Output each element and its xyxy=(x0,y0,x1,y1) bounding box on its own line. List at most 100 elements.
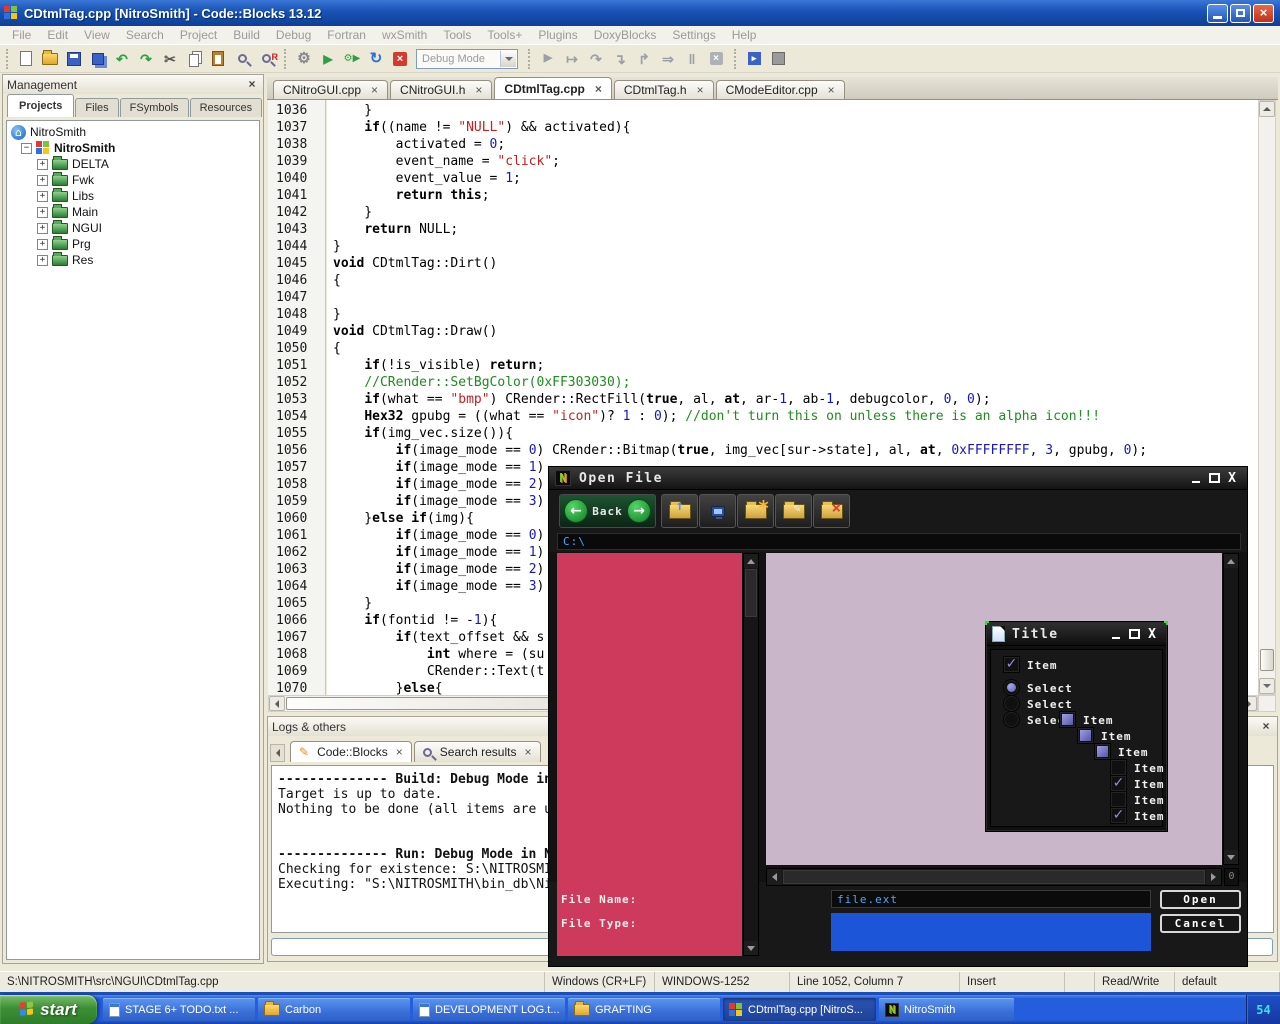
checkbox-checked[interactable] xyxy=(1110,775,1127,792)
square-checked[interactable] xyxy=(1077,727,1094,744)
menu-item-fortran[interactable]: Fortran xyxy=(319,28,374,42)
vscroll-thumb[interactable] xyxy=(1260,649,1274,671)
task-button-carbon[interactable]: Carbon xyxy=(258,998,410,1021)
run-to-cursor-icon[interactable]: ↦ xyxy=(560,47,584,71)
tab-close-icon[interactable] xyxy=(595,83,602,95)
cancel-button[interactable]: Cancel xyxy=(1160,914,1241,933)
find-icon[interactable] xyxy=(230,47,254,71)
radio-unchecked[interactable] xyxy=(1003,711,1020,728)
scroll-thumb[interactable] xyxy=(783,870,1205,884)
step-into-icon[interactable]: ↴ xyxy=(608,47,632,71)
back-button[interactable]: ← Back → xyxy=(559,494,656,528)
checkbox-unchecked[interactable] xyxy=(1110,759,1127,776)
tab-close-icon[interactable] xyxy=(828,84,835,96)
tab-resources[interactable]: Resources xyxy=(190,98,263,117)
editor-vscrollbar[interactable] xyxy=(1258,100,1276,695)
dialog-titlebar[interactable]: Open File xyxy=(549,467,1247,490)
save-icon[interactable] xyxy=(62,47,86,71)
menu-item-wxsmith[interactable]: wxSmith xyxy=(374,28,435,42)
info-window-icon[interactable] xyxy=(766,47,790,71)
tree-folder-delta[interactable]: +DELTA xyxy=(7,156,259,172)
expand-icon[interactable]: + xyxy=(37,191,48,202)
menu-item-build[interactable]: Build xyxy=(225,28,268,42)
address-bar[interactable]: C:\ xyxy=(557,533,1241,550)
logs-tab-searchresults[interactable]: Search results xyxy=(414,741,541,762)
task-button-stage6todotxt[interactable]: STAGE 6+ TODO.txt ... xyxy=(103,998,255,1021)
back-arrow-icon[interactable]: ← xyxy=(564,499,588,523)
file-type-dropdown[interactable] xyxy=(831,913,1151,951)
logs-close-icon[interactable] xyxy=(1259,720,1273,734)
abort-icon[interactable] xyxy=(388,47,412,71)
tab-close-icon[interactable] xyxy=(396,746,403,758)
scroll-right-icon[interactable] xyxy=(1206,869,1221,885)
task-button-developmentlogt[interactable]: DEVELOPMENT LOG.t... xyxy=(413,998,565,1021)
tab-close-icon[interactable] xyxy=(697,84,704,96)
scroll-left-icon[interactable] xyxy=(767,869,782,885)
scroll-down-icon[interactable] xyxy=(1224,850,1238,864)
menu-item-help[interactable]: Help xyxy=(724,28,765,42)
scroll-up-icon[interactable] xyxy=(1224,554,1238,568)
window-titlebar[interactable]: CDtmlTag.cpp [NitroSmith] - Code::Blocks… xyxy=(0,0,1280,26)
tab-close-icon[interactable] xyxy=(475,84,482,96)
tree-folder-prg[interactable]: +Prg xyxy=(7,236,259,252)
next-instruction-icon[interactable]: ⇒ xyxy=(656,47,680,71)
tab-close-icon[interactable] xyxy=(524,746,531,758)
subwindow-maximize-icon[interactable] xyxy=(1125,627,1143,642)
expand-icon[interactable]: + xyxy=(37,239,48,250)
scroll-up-icon[interactable] xyxy=(1259,101,1275,117)
open-button[interactable]: Open xyxy=(1160,890,1241,909)
menu-item-plugins[interactable]: Plugins xyxy=(530,28,585,42)
break-debugger-icon[interactable]: ‖ xyxy=(680,47,704,71)
menu-item-doxyblocks[interactable]: DoxyBlocks xyxy=(586,28,665,42)
task-button-grafting[interactable]: GRAFTING xyxy=(568,998,720,1021)
expand-icon[interactable]: + xyxy=(37,207,48,218)
close-icon[interactable] xyxy=(1253,4,1274,23)
editor-tab-cnitroguicpp[interactable]: CNitroGUI.cpp xyxy=(273,80,388,99)
expand-icon[interactable]: + xyxy=(37,223,48,234)
replace-icon[interactable] xyxy=(254,47,278,71)
management-close-icon[interactable] xyxy=(245,78,259,92)
tree-folder-fwk[interactable]: +Fwk xyxy=(7,172,259,188)
task-button-cdtmltagcppnitros[interactable]: CDtmlTag.cpp [NitroS... xyxy=(723,998,876,1021)
subwindow-close-icon[interactable] xyxy=(1143,627,1161,642)
compiler-target-select[interactable]: Debug Mode xyxy=(416,49,518,69)
new-folder-icon[interactable]: * xyxy=(737,494,774,528)
menu-item-edit[interactable]: Edit xyxy=(39,28,76,42)
logs-tab-scroll-left[interactable] xyxy=(270,744,285,762)
expand-icon[interactable]: + xyxy=(37,255,48,266)
radio-checked[interactable] xyxy=(1003,679,1020,696)
folder-up-icon[interactable]: ↑ xyxy=(661,494,698,528)
square-checked[interactable] xyxy=(1094,743,1111,760)
paste-icon[interactable] xyxy=(206,47,230,71)
menu-item-tools[interactable]: Tools+ xyxy=(479,28,530,42)
restore-icon[interactable] xyxy=(1230,4,1251,23)
task-button-nitrosmith[interactable]: NitroSmith xyxy=(879,998,1014,1021)
stop-debugger-icon[interactable] xyxy=(704,47,728,71)
chevron-down-icon[interactable] xyxy=(500,51,516,67)
new-file-icon[interactable] xyxy=(14,47,38,71)
places-scrollbar[interactable] xyxy=(743,553,759,956)
tree-folder-libs[interactable]: +Libs xyxy=(7,188,259,204)
undo-icon[interactable]: ↶ xyxy=(110,47,134,71)
editor-tab-cdtmltagcpp[interactable]: CDtmlTag.cpp xyxy=(494,77,611,99)
menu-item-debug[interactable]: Debug xyxy=(268,28,319,42)
start-button[interactable]: start xyxy=(0,995,97,1024)
debug-run-icon[interactable]: ▶ xyxy=(536,47,560,71)
save-all-icon[interactable] xyxy=(86,47,110,71)
scroll-up-icon[interactable] xyxy=(744,554,758,568)
tab-close-icon[interactable] xyxy=(371,84,378,96)
scroll-down-icon[interactable] xyxy=(1259,678,1275,694)
checkbox-unchecked[interactable] xyxy=(1110,791,1127,808)
dialog-minimize-icon[interactable] xyxy=(1187,471,1205,486)
tree-folder-main[interactable]: +Main xyxy=(7,204,259,220)
dialog-maximize-icon[interactable] xyxy=(1205,471,1223,486)
expand-icon[interactable]: + xyxy=(37,159,48,170)
editor-tab-cmodeeditorcpp[interactable]: CModeEditor.cpp xyxy=(716,80,845,99)
menu-item-file[interactable]: File xyxy=(4,28,39,42)
build-icon[interactable]: ⚙ xyxy=(292,47,316,71)
step-out-icon[interactable]: ↱ xyxy=(632,47,656,71)
redo-icon[interactable]: ↷ xyxy=(134,47,158,71)
forward-arrow-icon[interactable]: → xyxy=(627,499,651,523)
build-run-icon[interactable] xyxy=(340,47,364,71)
minimize-icon[interactable] xyxy=(1207,4,1228,23)
